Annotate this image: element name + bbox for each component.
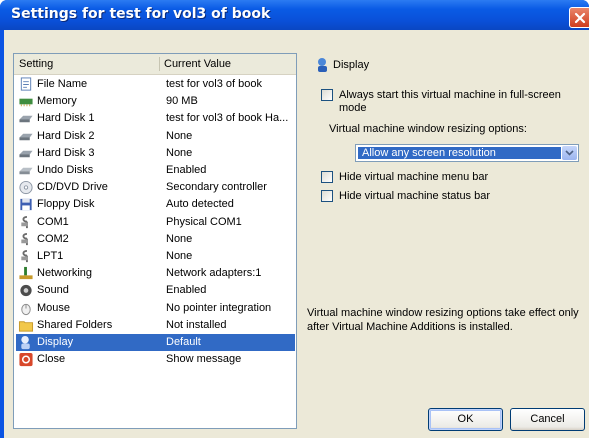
setting-name: Mouse bbox=[37, 301, 71, 314]
panel-title: Display bbox=[333, 59, 370, 71]
list-item[interactable]: Hard Disk 2 None bbox=[16, 128, 295, 145]
sound-icon bbox=[20, 285, 32, 297]
display-icon bbox=[21, 335, 30, 350]
memory-icon bbox=[19, 98, 33, 107]
resize-options-dropdown[interactable]: Allow any screen resolution bbox=[355, 144, 579, 162]
setting-value: No pointer integration bbox=[166, 301, 272, 314]
setting-name: Hard Disk 1 bbox=[37, 112, 95, 125]
undo-disks-icon bbox=[19, 167, 33, 175]
list-item[interactable]: Close Show message bbox=[16, 351, 295, 368]
setting-name: Shared Folders bbox=[37, 318, 113, 331]
display-icon bbox=[318, 58, 327, 72]
setting-value: Enabled bbox=[166, 284, 207, 297]
list-item[interactable]: File Name test for vol3 of book bbox=[16, 76, 295, 93]
setting-value: None bbox=[166, 232, 193, 245]
close-window-button[interactable] bbox=[569, 7, 589, 28]
list-item[interactable]: Memory 90 MB bbox=[16, 93, 295, 110]
column-divider[interactable] bbox=[159, 57, 160, 71]
setting-name: Hard Disk 3 bbox=[37, 146, 95, 159]
setting-name: COM2 bbox=[37, 232, 69, 245]
setting-value: Default bbox=[166, 336, 201, 348]
setting-value: None bbox=[166, 250, 193, 262]
setting-name: Floppy Disk bbox=[37, 198, 95, 211]
setting-value: Enabled bbox=[166, 164, 207, 176]
settings-list[interactable]: Setting Current Value File Name test for … bbox=[13, 53, 297, 429]
floppy-icon bbox=[20, 199, 32, 211]
list-item[interactable]: Sound Enabled bbox=[16, 282, 295, 299]
setting-value: 90 MB bbox=[166, 95, 198, 108]
resize-options-label: Virtual machine window resizing options: bbox=[329, 123, 527, 135]
setting-value: Auto detected bbox=[166, 198, 234, 211]
list-item[interactable]: Hard Disk 3 None bbox=[16, 145, 295, 162]
list-item[interactable]: Hard Disk 1 test for vol3 of book Ha... bbox=[16, 110, 295, 127]
list-item[interactable]: Display Default bbox=[16, 334, 295, 351]
setting-name: Display bbox=[37, 336, 74, 348]
hide-menu-bar-checkbox[interactable] bbox=[321, 171, 333, 183]
list-item[interactable]: Floppy Disk Auto detected bbox=[16, 196, 295, 213]
cancel-button[interactable]: Cancel bbox=[510, 408, 585, 431]
lpt-port-icon bbox=[21, 249, 28, 263]
setting-value: Network adapters:1 bbox=[166, 267, 262, 280]
fullscreen-checkbox[interactable] bbox=[321, 89, 333, 101]
setting-value: test for vol3 of book Ha... bbox=[166, 112, 289, 125]
ok-button[interactable]: OK bbox=[428, 408, 503, 431]
close-icon bbox=[574, 12, 586, 24]
setting-value: Secondary controller bbox=[166, 181, 267, 194]
list-header: Setting Current Value bbox=[14, 54, 296, 75]
hard-disk-icon bbox=[19, 133, 33, 140]
setting-name: Hard Disk 2 bbox=[37, 129, 95, 142]
hide-status-bar-label: Hide virtual machine status bar bbox=[339, 190, 491, 202]
setting-name: Undo Disks bbox=[37, 164, 94, 176]
list-item[interactable]: Shared Folders Not installed bbox=[16, 317, 295, 334]
list-item[interactable]: Networking Network adapters:1 bbox=[16, 265, 295, 282]
list-item[interactable]: LPT1 None bbox=[16, 248, 295, 265]
setting-name: COM1 bbox=[37, 215, 69, 228]
setting-name: LPT1 bbox=[37, 250, 64, 262]
hide-menu-bar-label: Hide virtual machine menu bar bbox=[339, 171, 489, 183]
network-icon bbox=[19, 267, 33, 280]
fullscreen-label: Always start this virtual machine in ful… bbox=[339, 89, 561, 114]
dropdown-button[interactable] bbox=[562, 146, 577, 160]
setting-name: Networking bbox=[37, 267, 93, 280]
setting-value: None bbox=[166, 146, 193, 159]
chevron-down-icon bbox=[565, 150, 574, 156]
hard-disk-icon bbox=[19, 116, 33, 123]
list-item[interactable]: Mouse No pointer integration bbox=[16, 300, 295, 317]
com-port-icon bbox=[21, 232, 28, 245]
column-header-current-value[interactable]: Current Value bbox=[164, 58, 231, 70]
column-header-setting[interactable]: Setting bbox=[19, 58, 53, 70]
hard-disk-icon bbox=[19, 150, 33, 158]
setting-name: Sound bbox=[37, 284, 69, 297]
title-bar[interactable]: Settings for test for vol3 of book bbox=[0, 0, 589, 30]
list-item[interactable]: COM1 Physical COM1 bbox=[16, 214, 295, 231]
setting-name: CD/DVD Drive bbox=[37, 181, 108, 194]
setting-name: Close bbox=[37, 353, 66, 366]
com-port-icon bbox=[21, 215, 28, 228]
setting-value: Show message bbox=[166, 353, 242, 366]
setting-name: Memory bbox=[37, 95, 77, 108]
cd-icon bbox=[19, 181, 33, 195]
setting-name: File Name bbox=[37, 78, 88, 90]
resize-note: Virtual machine window resizing options … bbox=[307, 307, 579, 333]
folder-icon bbox=[18, 321, 34, 332]
list-item[interactable]: Undo Disks Enabled bbox=[16, 162, 295, 179]
list-item[interactable]: COM2 None bbox=[16, 231, 295, 248]
list-item[interactable]: CD/DVD Drive Secondary controller bbox=[16, 179, 295, 196]
hide-status-bar-checkbox[interactable] bbox=[321, 190, 333, 202]
setting-value: None bbox=[166, 129, 193, 142]
close-setting-icon bbox=[19, 353, 33, 367]
file-icon bbox=[20, 77, 32, 91]
resize-options-value: Allow any screen resolution bbox=[358, 147, 561, 159]
setting-value: Physical COM1 bbox=[166, 215, 242, 228]
window-title: Settings for test for vol3 of book bbox=[11, 6, 271, 22]
setting-value: test for vol3 of book bbox=[166, 78, 262, 90]
mouse-icon bbox=[21, 303, 31, 315]
setting-value: Not installed bbox=[166, 318, 227, 331]
